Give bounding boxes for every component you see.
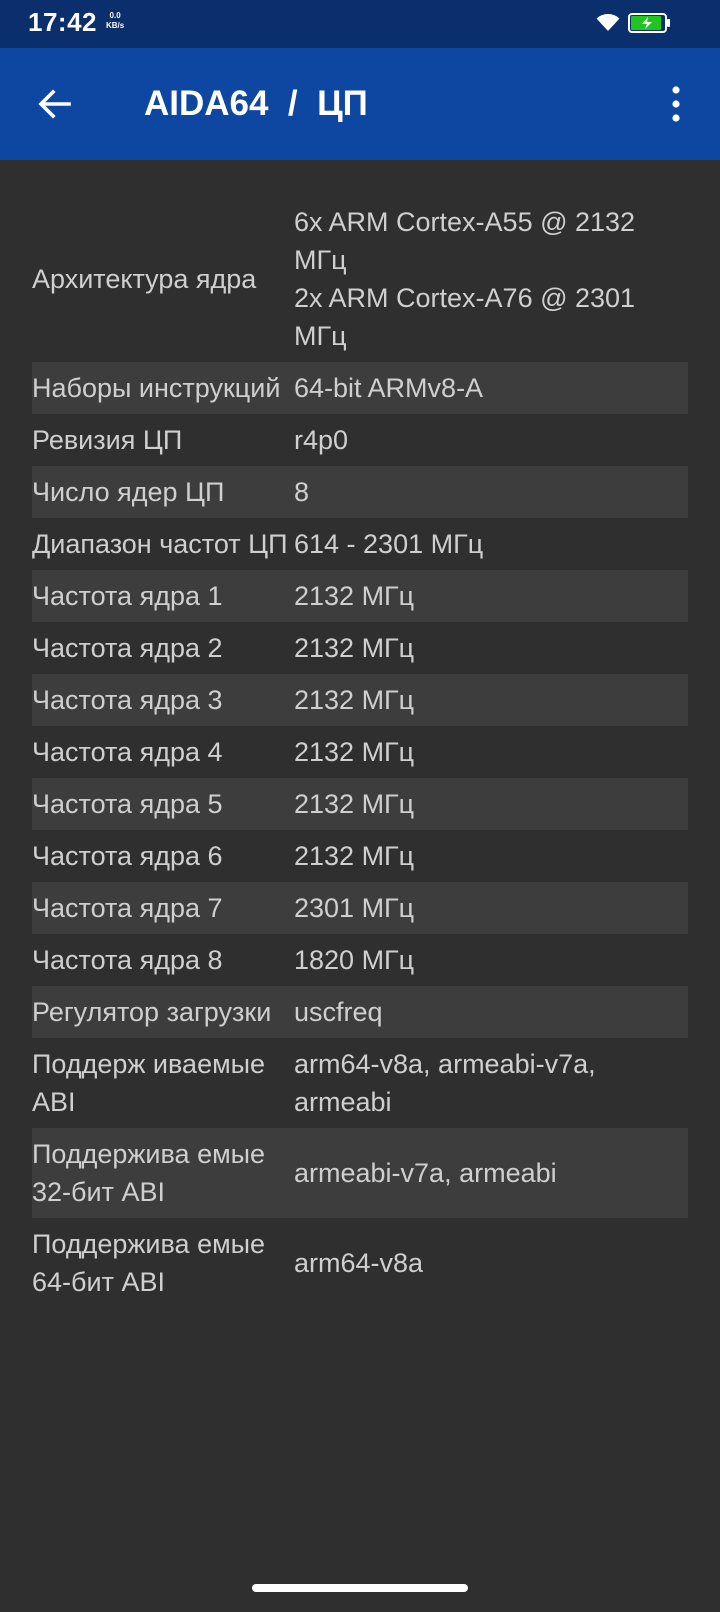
- info-row[interactable]: Число ядер ЦП 8: [32, 466, 688, 518]
- row-label: Диапазон частот ЦП: [32, 529, 288, 559]
- info-row[interactable]: Ревизия ЦП r4p0: [32, 414, 688, 466]
- wifi-icon: [596, 14, 620, 31]
- info-row[interactable]: Частота ядра 1 2132 МГц: [32, 570, 688, 622]
- info-row[interactable]: Поддерж иваемые ABI arm64-v8a, armeabi-v7…: [32, 1038, 688, 1128]
- network-speed-unit: KB/s: [106, 21, 125, 30]
- row-label: Частота ядра 7: [32, 893, 223, 923]
- row-value: 2132 МГц: [294, 841, 415, 871]
- row-value: 8: [294, 477, 310, 507]
- row-label: Архитектура ядра: [32, 264, 257, 294]
- info-row[interactable]: Поддержива емые 64-бит ABI arm64-v8a: [32, 1218, 688, 1308]
- status-time: 17:42: [28, 7, 97, 37]
- row-label: Частота ядра 8: [32, 945, 223, 975]
- battery-charging-icon: [628, 13, 670, 33]
- info-row[interactable]: Архитектура ядра 6x ARM Cortex-A55 @ 2132…: [32, 196, 688, 362]
- row-value: 614 - 2301 МГц: [294, 529, 484, 559]
- row-value: 2132 МГц: [294, 581, 415, 611]
- row-label: Число ядер ЦП: [32, 477, 225, 507]
- info-row[interactable]: Частота ядра 7 2301 МГц: [32, 882, 688, 934]
- row-value: arm64-v8a: [294, 1248, 424, 1278]
- row-label: Частота ядра 3: [32, 685, 223, 715]
- row-value: 1820 МГц: [294, 945, 415, 975]
- info-row[interactable]: Диапазон частот ЦП 614 - 2301 МГц: [32, 518, 688, 570]
- row-label: Регулятор загрузки: [32, 997, 272, 1027]
- more-vert-icon: [672, 86, 680, 122]
- row-label: Частота ядра 5: [32, 789, 223, 819]
- row-label: Поддержива емые 32-бит ABI: [32, 1139, 266, 1207]
- arrow-left-icon: [38, 89, 71, 119]
- row-label: Частота ядра 1: [32, 581, 223, 611]
- row-value: 2301 МГц: [294, 893, 415, 923]
- row-value: arm64-v8a, armeabi-v7a, armeabi: [294, 1049, 596, 1117]
- row-value: uscfreq: [294, 997, 383, 1027]
- row-value: r4p0: [294, 425, 349, 455]
- row-label: Наборы инструкций: [32, 373, 281, 403]
- info-row[interactable]: Частота ядра 6 2132 МГц: [32, 830, 688, 882]
- info-row[interactable]: Частота ядра 4 2132 МГц: [32, 726, 688, 778]
- info-row[interactable]: Наборы инструкций 64-bit ARMv8-A: [32, 362, 688, 414]
- info-row[interactable]: Частота ядра 5 2132 МГц: [32, 778, 688, 830]
- row-value: 2132 МГц: [294, 789, 415, 819]
- row-value: 2132 МГц: [294, 737, 415, 767]
- row-label: Поддержива емые 64-бит ABI: [32, 1229, 266, 1297]
- info-row[interactable]: Частота ядра 3 2132 МГц: [32, 674, 688, 726]
- row-value: 6x ARM Cortex-A55 @ 2132 МГц 2x ARM Cort…: [294, 207, 636, 351]
- info-row[interactable]: Поддержива емые 32-бит ABI armeabi-v7a, a…: [32, 1128, 688, 1218]
- row-value: 2132 МГц: [294, 633, 415, 663]
- row-label: Частота ядра 2: [32, 633, 223, 663]
- row-label: Частота ядра 6: [32, 841, 223, 871]
- network-speed-value: 0.0: [109, 11, 121, 20]
- row-value: armeabi-v7a, armeabi: [294, 1158, 557, 1188]
- home-indicator[interactable]: [252, 1584, 468, 1592]
- back-button[interactable]: [34, 84, 74, 124]
- row-value: 64-bit ARMv8-A: [294, 373, 484, 403]
- cpu-info-list[interactable]: Архитектура ядра 6x ARM Cortex-A55 @ 2132…: [32, 196, 688, 1532]
- info-row[interactable]: Регулятор загрузки uscfreq: [32, 986, 688, 1038]
- network-speed-indicator: 0.0 KB/s: [106, 11, 124, 31]
- info-row[interactable]: Частота ядра 2 2132 МГц: [32, 622, 688, 674]
- more-options-button[interactable]: [662, 84, 690, 124]
- row-label: Частота ядра 4: [32, 737, 223, 767]
- row-value: 2132 МГц: [294, 685, 415, 715]
- info-row[interactable]: Частота ядра 8 1820 МГц: [32, 934, 688, 986]
- page-title: AIDA64 / ЦП: [144, 84, 368, 123]
- status-bar: 17:42 0.0 KB/s: [0, 0, 720, 48]
- app-toolbar: AIDA64 / ЦП: [0, 48, 720, 160]
- row-label: Поддерж иваемые ABI: [32, 1049, 266, 1117]
- row-label: Ревизия ЦП: [32, 425, 183, 455]
